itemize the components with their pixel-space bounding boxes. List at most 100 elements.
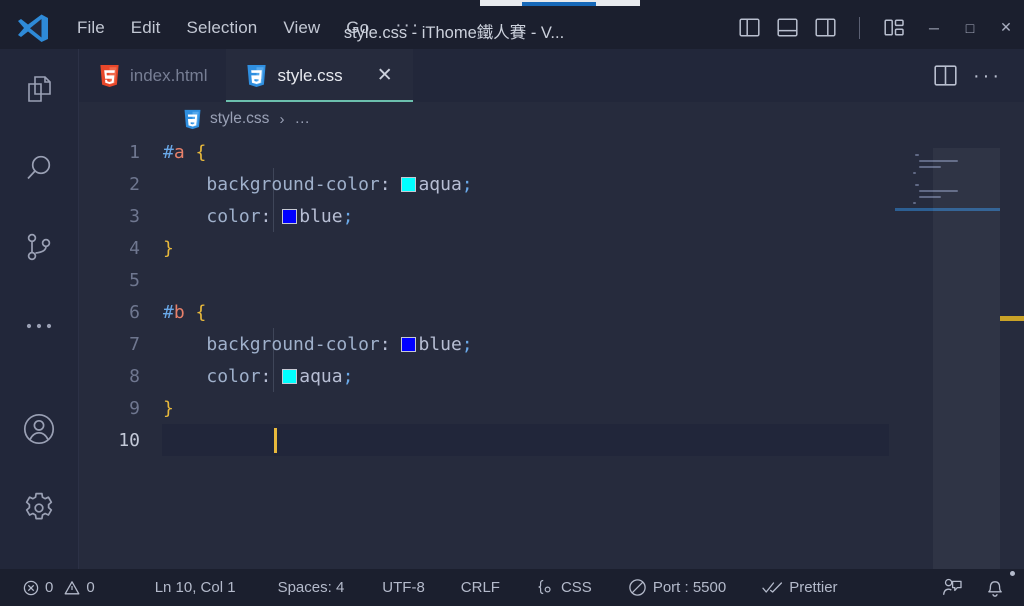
token-plain bbox=[163, 174, 206, 195]
error-circle-icon bbox=[23, 580, 39, 596]
minimap-slider[interactable] bbox=[933, 148, 1000, 569]
code-text[interactable]: color: aqua; bbox=[151, 366, 353, 387]
toggle-secondary-sidebar-icon[interactable] bbox=[813, 16, 837, 40]
status-bar-right bbox=[931, 569, 1024, 606]
code-text[interactable]: } bbox=[151, 398, 174, 419]
color-swatch[interactable] bbox=[282, 209, 297, 224]
token-prop: background-color bbox=[206, 174, 379, 195]
prettier-status[interactable]: Prettier bbox=[751, 569, 848, 606]
tab-close-icon[interactable]: ✕ bbox=[375, 66, 395, 85]
error-count: 0 bbox=[45, 579, 53, 596]
tab-label: index.html bbox=[130, 66, 207, 86]
close-button[interactable]: ✕ bbox=[988, 6, 1024, 49]
code-line[interactable]: 1#a { bbox=[79, 136, 1024, 168]
live-server-status[interactable]: Port : 5500 bbox=[617, 569, 737, 606]
menu-item-file[interactable]: File bbox=[64, 15, 118, 41]
line-number: 3 bbox=[79, 206, 151, 227]
minimap-line bbox=[913, 172, 916, 174]
minimap[interactable] bbox=[895, 136, 1000, 569]
editor-tab-bar: index.html style.css ✕ bbox=[79, 49, 1024, 102]
color-swatch[interactable] bbox=[401, 177, 416, 192]
split-editor-right-icon[interactable] bbox=[934, 65, 957, 86]
language-mode-status[interactable]: CSS bbox=[525, 569, 603, 606]
menu-item-edit[interactable]: Edit bbox=[118, 15, 174, 41]
token-punc: ; bbox=[343, 206, 354, 227]
menu-item-view[interactable]: View bbox=[270, 15, 333, 41]
account-icon[interactable] bbox=[0, 389, 79, 468]
problems-status[interactable]: 0 0 bbox=[12, 569, 106, 606]
code-editor[interactable]: 1#a {2 background-color: aqua;3 color: b… bbox=[79, 136, 1024, 569]
menu-item-selection[interactable]: Selection bbox=[174, 15, 271, 41]
feedback-icon[interactable] bbox=[931, 569, 974, 606]
token-colon: : bbox=[380, 174, 402, 195]
toggle-primary-sidebar-icon[interactable] bbox=[737, 16, 761, 40]
toggle-panel-icon[interactable] bbox=[775, 16, 799, 40]
activity-bar bbox=[0, 49, 79, 569]
layout-controls bbox=[737, 16, 906, 40]
live-server-label: Port : 5500 bbox=[653, 579, 726, 596]
code-line[interactable]: 7 background-color: blue; bbox=[79, 328, 1024, 360]
text-cursor bbox=[274, 428, 277, 453]
status-bar: 0 0 Ln 10, Col 1 Spaces: 4 UTF-8 CRLF CS… bbox=[0, 569, 1024, 606]
notifications-bell-icon[interactable] bbox=[974, 569, 1016, 606]
token-plain bbox=[185, 302, 196, 323]
code-line[interactable]: 10 bbox=[79, 424, 1024, 456]
editor-vertical-scrollbar[interactable] bbox=[1000, 136, 1024, 569]
line-number: 2 bbox=[79, 174, 151, 195]
editor-actions: ··· bbox=[934, 49, 1024, 102]
window-controls: ─ □ ✕ bbox=[916, 6, 1024, 49]
code-text[interactable]: #a { bbox=[151, 142, 206, 163]
minimap-line bbox=[915, 154, 920, 156]
code-text[interactable]: background-color: aqua; bbox=[151, 174, 473, 195]
token-prop: color bbox=[206, 206, 260, 227]
tab-style-css[interactable]: style.css ✕ bbox=[226, 49, 413, 102]
search-icon[interactable] bbox=[0, 128, 79, 207]
token-punc: ; bbox=[462, 174, 473, 195]
notification-dot bbox=[1010, 571, 1015, 576]
code-text[interactable]: color: blue; bbox=[151, 206, 353, 227]
breadcrumb-file[interactable]: style.css bbox=[210, 110, 269, 128]
editor-group: index.html style.css ✕ bbox=[79, 49, 1024, 569]
editor-more-actions-icon[interactable]: ··· bbox=[973, 71, 1002, 81]
encoding-status[interactable]: UTF-8 bbox=[371, 569, 436, 606]
tab-label: style.css bbox=[277, 66, 342, 86]
code-text[interactable]: } bbox=[151, 238, 174, 259]
code-lines[interactable]: 1#a {2 background-color: aqua;3 color: b… bbox=[79, 136, 1024, 569]
token-hash: # bbox=[163, 142, 174, 163]
code-text[interactable]: background-color: blue; bbox=[151, 334, 473, 355]
settings-gear-icon[interactable] bbox=[0, 468, 79, 547]
menu-bar[interactable]: File Edit Selection View Go ··· bbox=[64, 15, 433, 41]
token-prop: color bbox=[206, 366, 260, 387]
menu-item-go[interactable]: Go bbox=[333, 15, 382, 41]
tab-index-html[interactable]: index.html bbox=[79, 49, 226, 102]
code-line[interactable]: 4} bbox=[79, 232, 1024, 264]
code-text[interactable]: #b { bbox=[151, 302, 206, 323]
token-brace: { bbox=[196, 302, 207, 323]
color-swatch[interactable] bbox=[401, 337, 416, 352]
code-line[interactable]: 9} bbox=[79, 392, 1024, 424]
cursor-position-status[interactable]: Ln 10, Col 1 bbox=[144, 569, 247, 606]
menu-item-more[interactable]: ··· bbox=[382, 15, 433, 40]
line-number: 5 bbox=[79, 270, 151, 291]
minimize-button[interactable]: ─ bbox=[916, 6, 952, 49]
code-line[interactable]: 2 background-color: aqua; bbox=[79, 168, 1024, 200]
breadcrumb-symbol[interactable]: … bbox=[294, 110, 310, 128]
code-line[interactable]: 6#b { bbox=[79, 296, 1024, 328]
more-views-icon[interactable] bbox=[0, 286, 79, 365]
customize-layout-icon[interactable] bbox=[882, 16, 906, 40]
explorer-icon[interactable] bbox=[0, 49, 79, 128]
color-swatch[interactable] bbox=[282, 369, 297, 384]
line-number: 10 bbox=[79, 430, 151, 451]
code-line[interactable]: 8 color: aqua; bbox=[79, 360, 1024, 392]
code-line[interactable]: 3 color: blue; bbox=[79, 200, 1024, 232]
source-control-icon[interactable] bbox=[0, 207, 79, 286]
double-check-icon bbox=[762, 580, 783, 595]
eol-status[interactable]: CRLF bbox=[450, 569, 511, 606]
maximize-button[interactable]: □ bbox=[952, 6, 988, 49]
token-val: aqua bbox=[418, 174, 461, 195]
code-line[interactable]: 5 bbox=[79, 264, 1024, 296]
title-bar: File Edit Selection View Go ··· style.cs… bbox=[0, 0, 1024, 49]
indentation-status[interactable]: Spaces: 4 bbox=[267, 569, 356, 606]
line-number: 7 bbox=[79, 334, 151, 355]
line-number: 8 bbox=[79, 366, 151, 387]
